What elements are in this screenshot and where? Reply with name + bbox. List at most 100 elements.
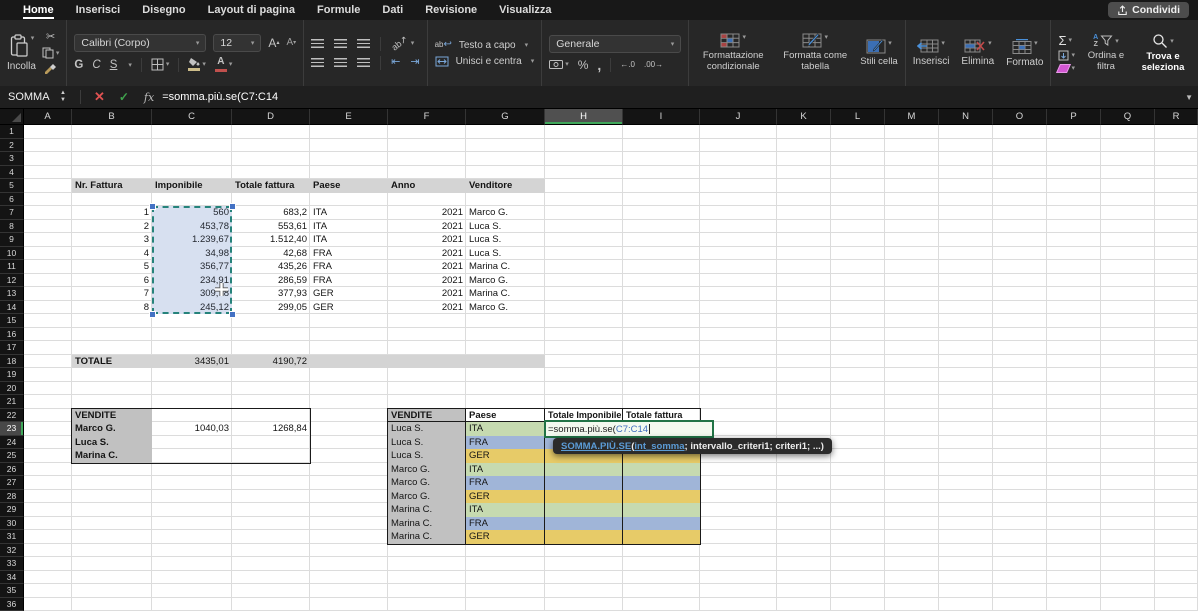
invoice-cell[interactable]: 2021 xyxy=(388,274,466,288)
invoice-cell[interactable]: ITA xyxy=(310,233,388,247)
column-header-g[interactable]: G xyxy=(466,108,545,125)
summary-right-country[interactable]: ITA xyxy=(466,503,545,517)
row-header-12[interactable]: 12 xyxy=(0,274,24,288)
formula-bar-expand-icon[interactable]: ▼ xyxy=(1185,93,1193,102)
tab-visualizza[interactable]: Visualizza xyxy=(488,1,562,19)
invoice-cell[interactable]: 553,61 xyxy=(232,220,310,234)
invoice-cell[interactable]: FRA xyxy=(310,247,388,261)
invoice-cell[interactable]: 1 xyxy=(72,206,152,220)
column-header-c[interactable]: C xyxy=(152,108,232,125)
share-button[interactable]: Condividi xyxy=(1108,2,1189,18)
invoice-cell[interactable]: 435,26 xyxy=(232,260,310,274)
delete-cells-button[interactable]: ▾ Elimina xyxy=(961,39,994,67)
column-header-h[interactable]: H xyxy=(545,108,623,125)
summary-right-country[interactable]: GER xyxy=(466,530,545,544)
invoice-header[interactable]: Imponibile xyxy=(152,179,232,193)
summary-right-seller[interactable]: Luca S. xyxy=(388,449,466,463)
clear-icon[interactable]: ▾ xyxy=(1058,64,1075,73)
summary-right-country[interactable]: ITA xyxy=(466,463,545,477)
invoice-cell[interactable]: 299,05 xyxy=(232,301,310,315)
select-all-corner[interactable] xyxy=(0,108,24,125)
conditional-formatting-button[interactable]: ▾ Formattazione condizionale xyxy=(696,33,770,73)
summary-right-country[interactable]: GER xyxy=(466,490,545,504)
row-header-30[interactable]: 30 xyxy=(0,517,24,531)
invoice-cell[interactable]: Marco G. xyxy=(466,274,545,288)
row-header-17[interactable]: 17 xyxy=(0,341,24,355)
summary-left-name[interactable]: Marina C. xyxy=(72,449,152,463)
format-as-table-button[interactable]: ▾ Formatta come tabella xyxy=(782,33,848,73)
invoice-cell[interactable]: FRA xyxy=(310,260,388,274)
row-header-32[interactable]: 32 xyxy=(0,544,24,558)
invoice-cell[interactable]: Marco G. xyxy=(466,206,545,220)
row-header-9[interactable]: 9 xyxy=(0,233,24,247)
align-bottom-icon[interactable] xyxy=(357,39,370,48)
row-header-36[interactable]: 36 xyxy=(0,598,24,612)
row-header-19[interactable]: 19 xyxy=(0,368,24,382)
row-header-33[interactable]: 33 xyxy=(0,557,24,571)
function-arg-link[interactable]: int_somma xyxy=(634,441,684,452)
comma-icon[interactable]: , xyxy=(597,58,601,72)
row-header-26[interactable]: 26 xyxy=(0,463,24,477)
bold-button[interactable]: G xyxy=(74,59,83,71)
summary-right-country[interactable]: FRA xyxy=(466,517,545,531)
autosum-icon[interactable]: Σ▾ xyxy=(1058,34,1072,47)
align-right-icon[interactable] xyxy=(357,58,370,67)
row-header-10[interactable]: 10 xyxy=(0,247,24,261)
selection-handle[interactable] xyxy=(229,311,236,318)
insert-cells-button[interactable]: ▾ Inserisci xyxy=(913,39,950,67)
row-header-27[interactable]: 27 xyxy=(0,476,24,490)
total-imponibile[interactable]: 3435,01 xyxy=(152,355,232,369)
column-header-r[interactable]: R xyxy=(1155,108,1198,125)
currency-icon[interactable]: ▾ xyxy=(549,60,569,69)
align-left-icon[interactable] xyxy=(311,58,324,67)
cancel-button[interactable]: ✕ xyxy=(87,89,112,105)
column-header-m[interactable]: M xyxy=(885,108,939,125)
column-header-a[interactable]: A xyxy=(24,108,72,125)
total-label[interactable]: TOTALE xyxy=(72,355,152,369)
column-header-k[interactable]: K xyxy=(777,108,831,125)
percent-icon[interactable]: % xyxy=(578,59,589,71)
tab-formule[interactable]: Formule xyxy=(306,1,371,19)
row-header-16[interactable]: 16 xyxy=(0,328,24,342)
enter-button[interactable]: ✓ xyxy=(112,90,136,104)
summary-left-name[interactable]: Marco G. xyxy=(72,422,152,436)
column-header-b[interactable]: B xyxy=(72,108,152,125)
decimal-increase-icon[interactable]: ←.0 xyxy=(620,60,635,69)
invoice-cell[interactable]: 8 xyxy=(72,301,152,315)
invoice-cell[interactable]: Marco G. xyxy=(466,301,545,315)
invoice-cell[interactable]: Marina C. xyxy=(466,260,545,274)
invoice-cell[interactable]: 2021 xyxy=(388,247,466,261)
summary-left-imponibile[interactable]: 1040,03 xyxy=(152,422,232,436)
cell-styles-button[interactable]: ▾ Stili cella xyxy=(860,39,898,68)
summary-right-country[interactable]: ITA xyxy=(466,422,545,436)
invoice-cell[interactable]: 42,68 xyxy=(232,247,310,261)
invoice-cell[interactable]: GER xyxy=(310,287,388,301)
row-header-3[interactable]: 3 xyxy=(0,152,24,166)
column-header-p[interactable]: P xyxy=(1047,108,1101,125)
summary-right-country[interactable]: GER xyxy=(466,449,545,463)
row-header-21[interactable]: 21 xyxy=(0,395,24,409)
summary-right-seller[interactable]: Marina C. xyxy=(388,530,466,544)
invoice-header[interactable]: Totale fattura xyxy=(232,179,310,193)
row-header-13[interactable]: 13 xyxy=(0,287,24,301)
summary-right-seller[interactable]: Marina C. xyxy=(388,517,466,531)
total-fattura[interactable]: 4190,72 xyxy=(232,355,310,369)
font-color-icon[interactable]: A ▾ xyxy=(215,57,233,72)
summary-left-title[interactable]: VENDITE xyxy=(72,409,152,423)
format-painter-icon[interactable] xyxy=(44,63,57,74)
selection-handle[interactable] xyxy=(149,203,156,210)
invoice-cell[interactable]: 2021 xyxy=(388,220,466,234)
invoice-cell[interactable]: 1.512,40 xyxy=(232,233,310,247)
invoice-cell[interactable]: 6 xyxy=(72,274,152,288)
tab-layout-di-pagina[interactable]: Layout di pagina xyxy=(197,1,306,19)
decimal-decrease-icon[interactable]: .00→ xyxy=(644,60,663,69)
invoice-cell[interactable]: FRA xyxy=(310,274,388,288)
row-header-24[interactable]: 24 xyxy=(0,436,24,450)
invoice-header[interactable]: Venditore xyxy=(466,179,545,193)
copy-icon[interactable]: ▾ xyxy=(42,47,60,59)
sort-filter-button[interactable]: AZ ▾ Ordina e filtra xyxy=(1085,34,1127,73)
summary-right-country[interactable]: FRA xyxy=(466,436,545,450)
invoice-header[interactable]: Anno xyxy=(388,179,466,193)
row-header-2[interactable]: 2 xyxy=(0,139,24,153)
selection-range[interactable] xyxy=(152,206,232,314)
